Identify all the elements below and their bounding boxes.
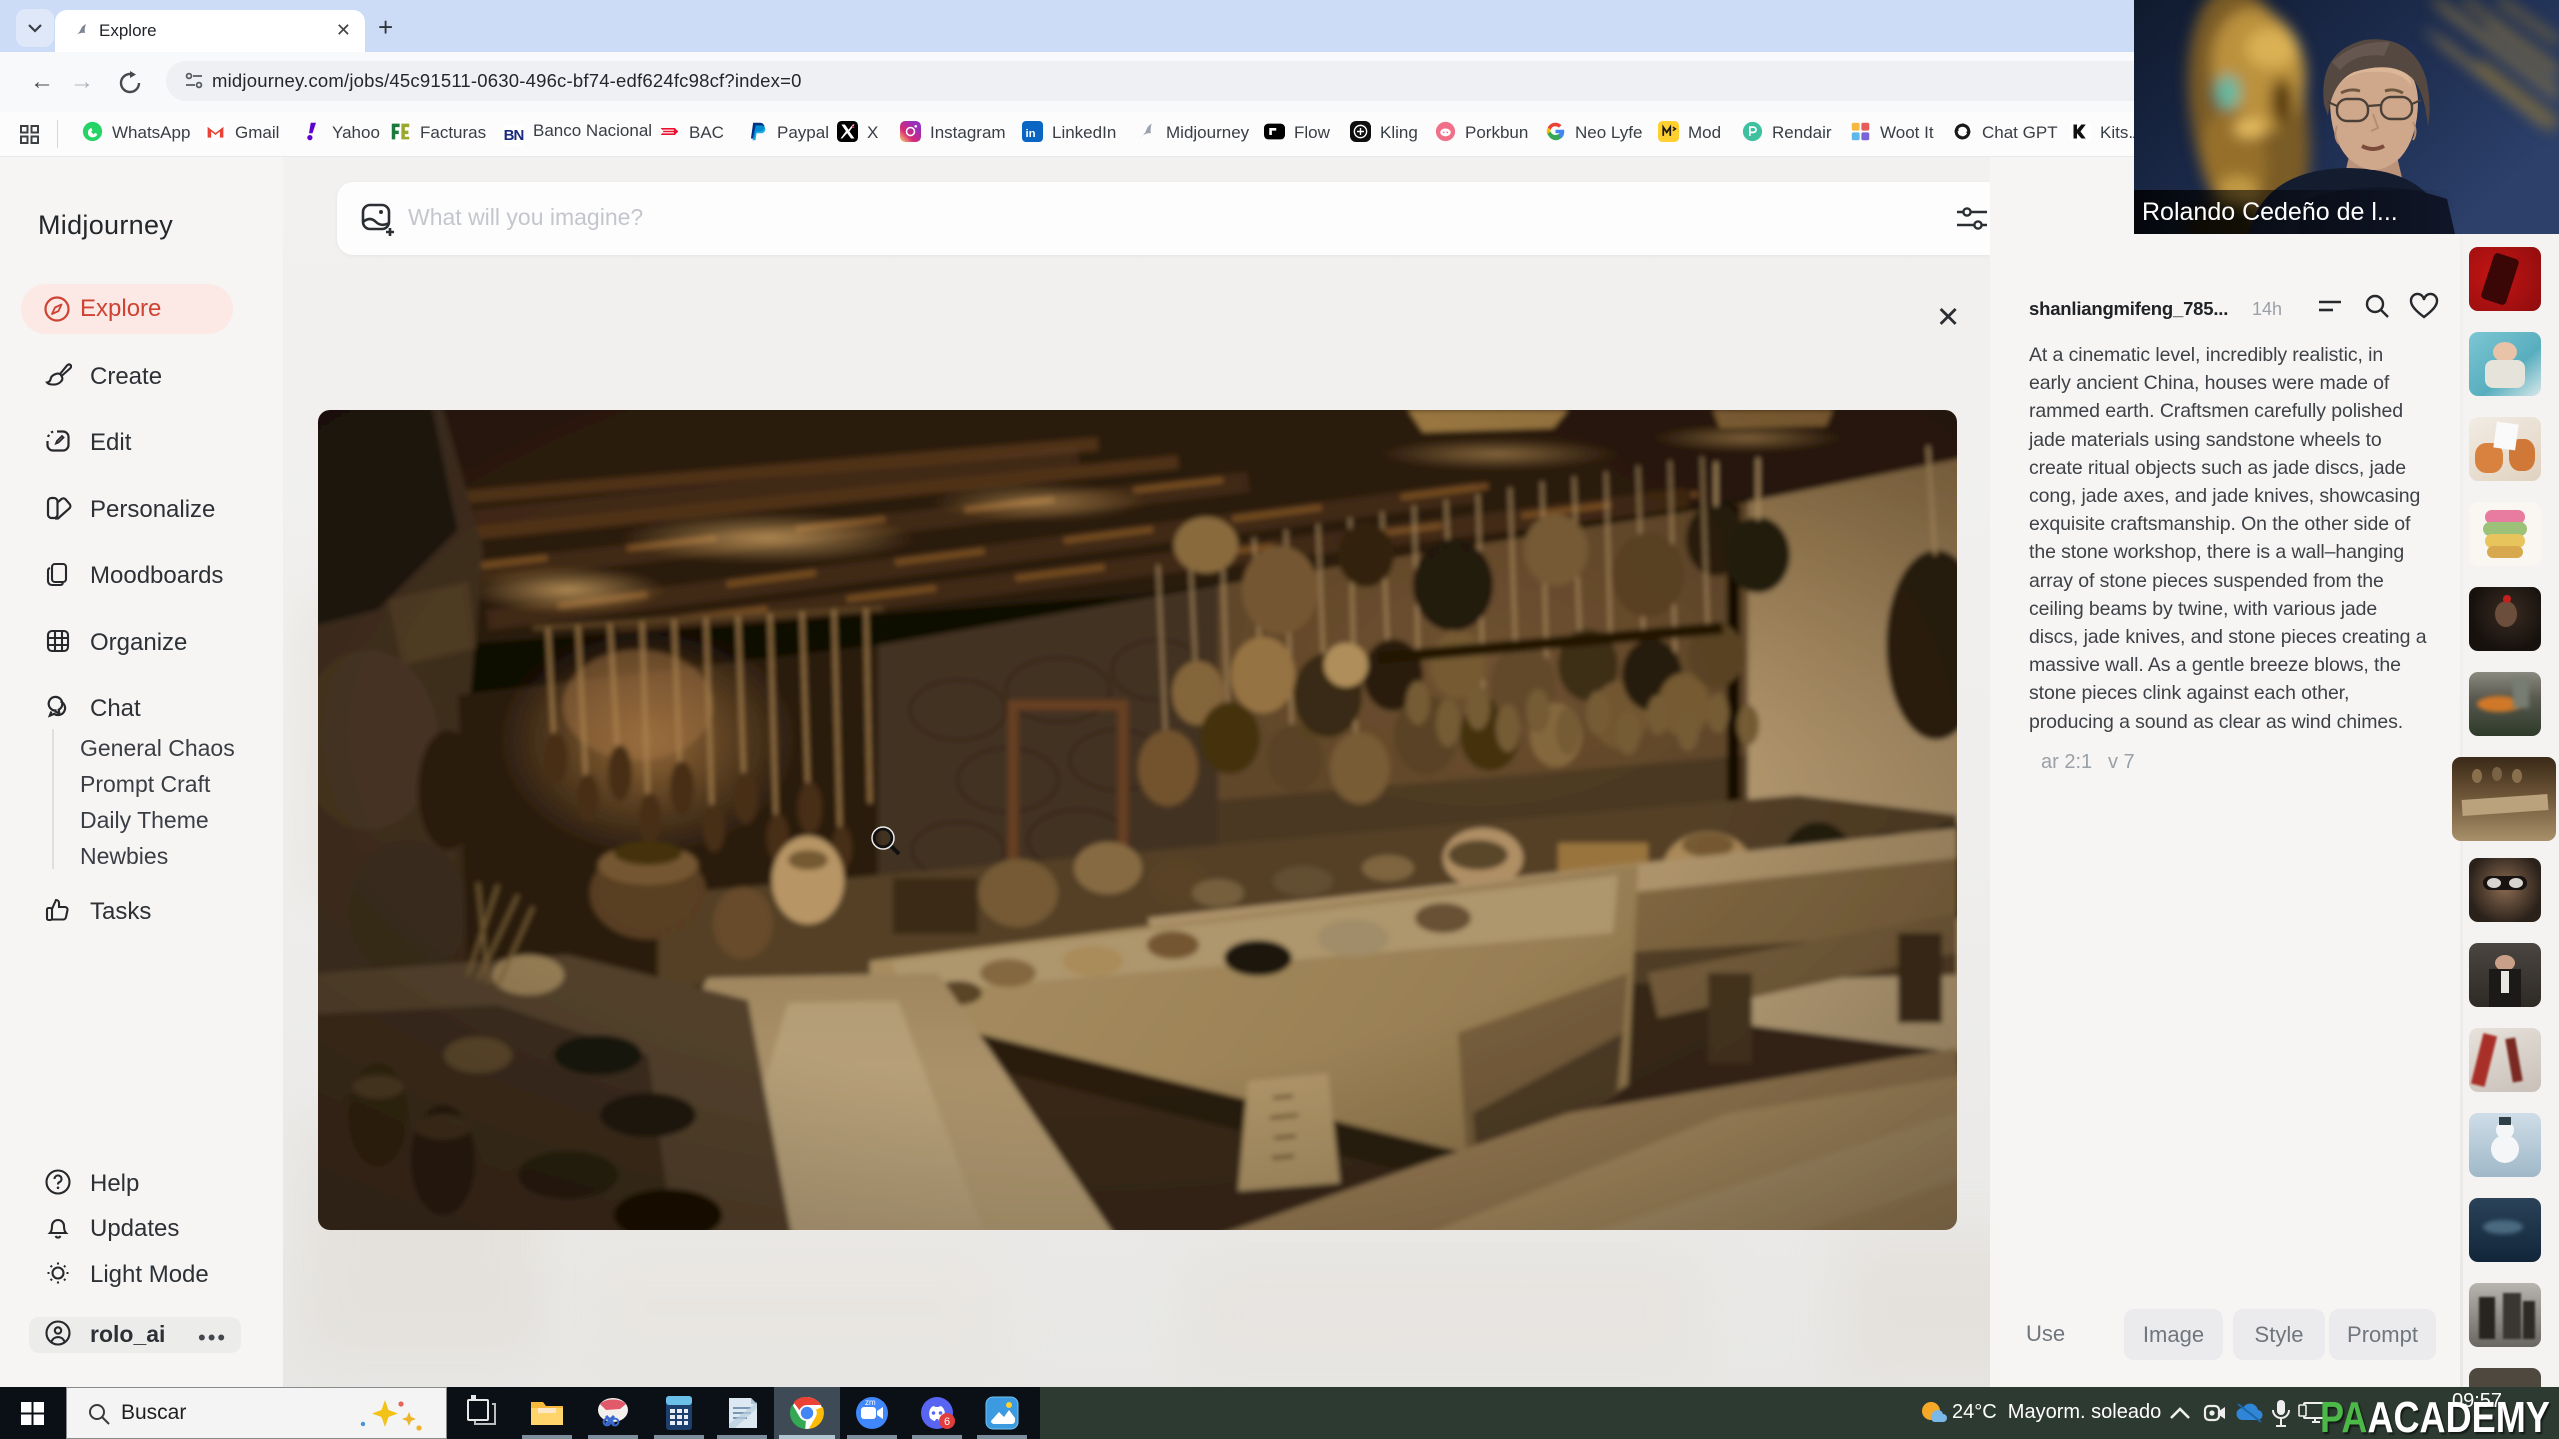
svg-text:6: 6 bbox=[944, 1416, 950, 1428]
svg-text:in: in bbox=[1026, 128, 1036, 140]
svg-text:zm: zm bbox=[865, 1398, 876, 1407]
